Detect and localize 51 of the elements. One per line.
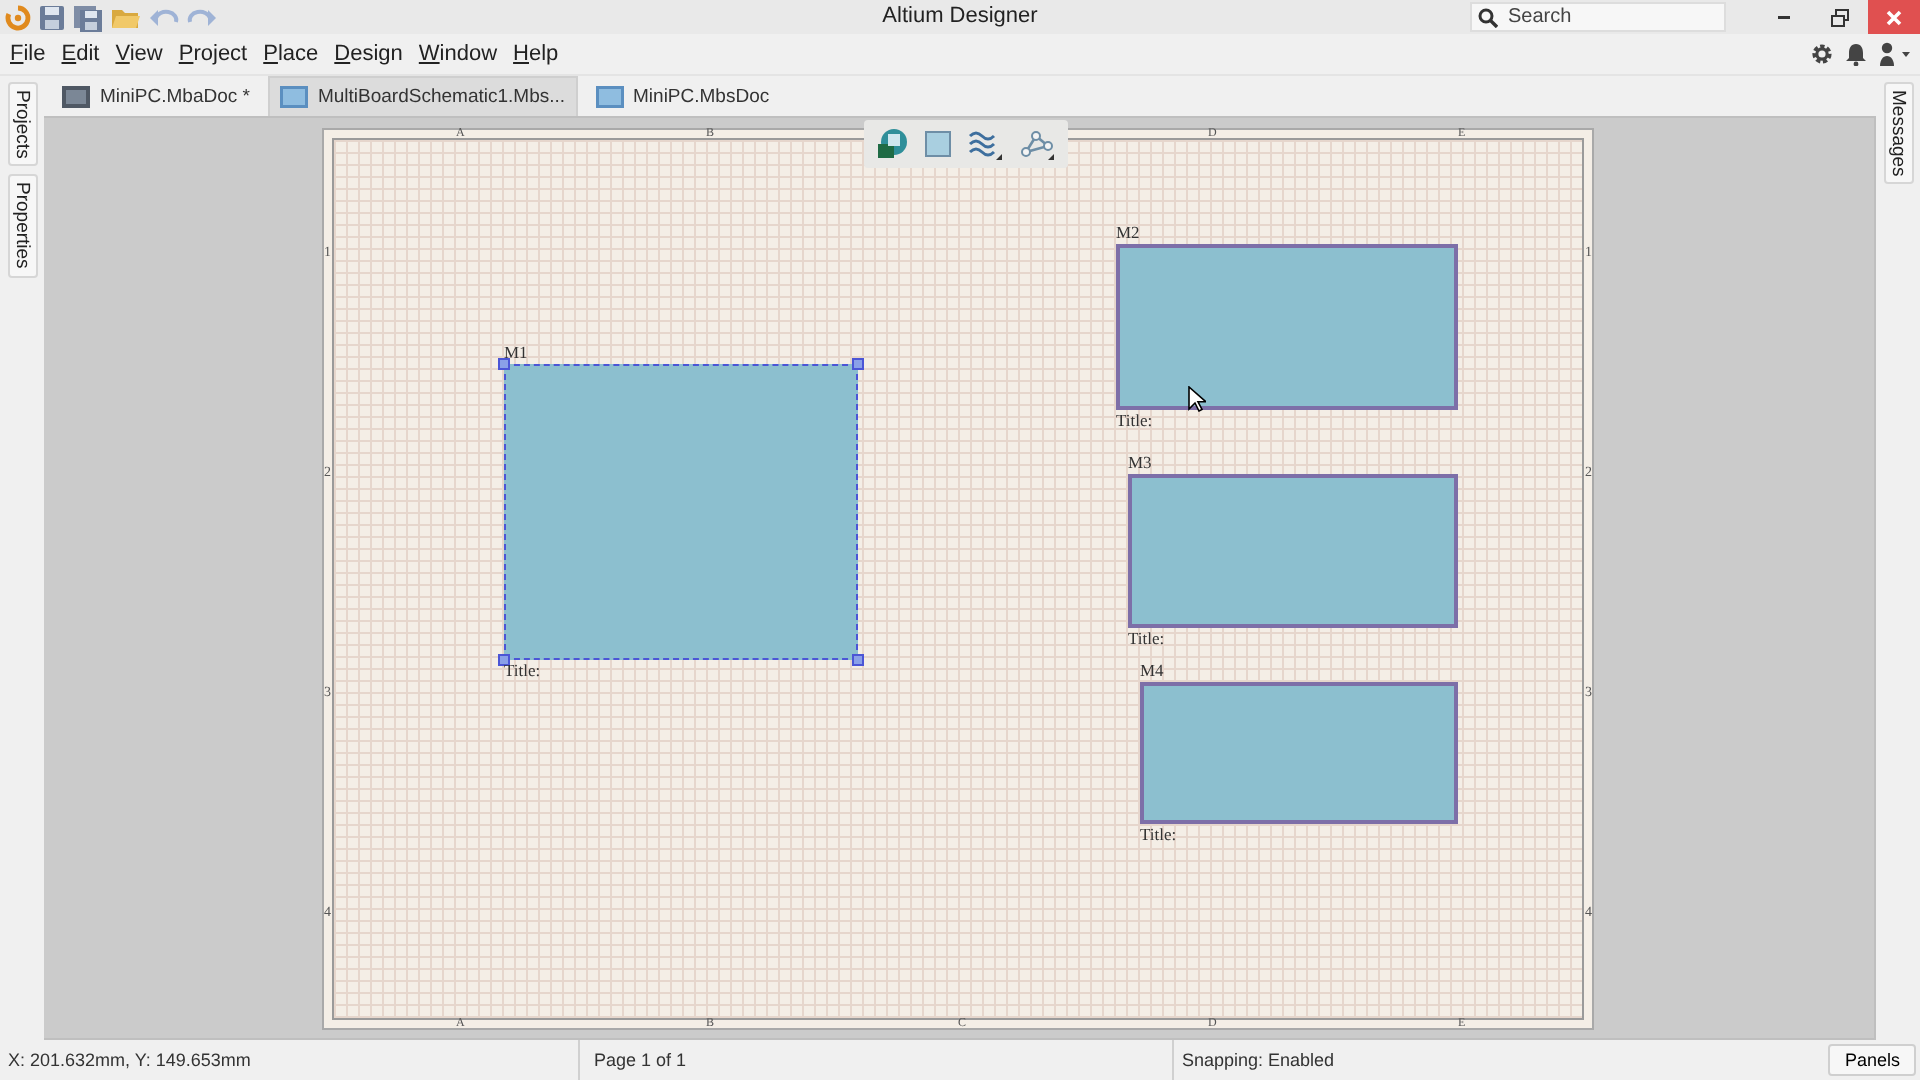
module-icon[interactable]	[876, 127, 908, 160]
document-tab[interactable]: MultiBoardSchematic1.Mbs...	[267, 75, 578, 116]
menu-item[interactable]: File	[2, 41, 54, 66]
module-title: Title:	[1128, 627, 1165, 648]
module-title: Title:	[1116, 409, 1153, 430]
document-icon	[595, 85, 624, 108]
menu-item[interactable]: Project	[170, 41, 256, 66]
app-logo-icon	[4, 3, 32, 31]
save-all-icon[interactable]	[72, 3, 104, 31]
connection-icon[interactable]	[1020, 127, 1056, 160]
document-tab[interactable]: MiniPC.MbsDoc	[583, 75, 782, 116]
module-title: Title:	[504, 659, 541, 680]
mouse-cursor-icon	[1188, 385, 1206, 412]
square-icon[interactable]	[924, 129, 952, 158]
user-icon[interactable]	[1878, 41, 1910, 66]
search-icon	[1478, 7, 1498, 27]
wave-lines-icon[interactable]	[968, 127, 1004, 160]
module-designator: M1	[504, 341, 528, 362]
panel-tab[interactable]: Projects	[7, 81, 37, 167]
save-icon[interactable]	[38, 3, 66, 31]
module-designator: M4	[1140, 659, 1164, 680]
document-icon	[62, 85, 90, 108]
search-field[interactable]: Search	[1470, 2, 1726, 32]
menu-item[interactable]: Place	[255, 41, 327, 66]
module-designator: M2	[1116, 221, 1140, 242]
menu-item[interactable]: Help	[505, 41, 567, 66]
menu-item[interactable]: Design	[326, 41, 411, 66]
panel-tab[interactable]: Messages	[1883, 81, 1913, 185]
menu-item[interactable]: View	[107, 41, 171, 66]
module-block[interactable]	[1128, 473, 1458, 628]
panel-tab[interactable]: Properties	[7, 174, 37, 278]
close-icon	[1884, 7, 1904, 27]
page-indicator: Page 1 of 1	[594, 1050, 687, 1071]
restore-icon	[1830, 7, 1850, 27]
panels-button[interactable]: Panels	[1828, 1044, 1916, 1077]
module-block[interactable]	[1116, 243, 1458, 410]
close-button[interactable]	[1868, 0, 1920, 34]
menu-item[interactable]: Window	[410, 41, 506, 66]
selection-handle[interactable]	[498, 357, 510, 370]
minimize-icon	[1778, 15, 1790, 19]
settings-icon[interactable]	[1810, 41, 1834, 66]
document-icon	[279, 85, 308, 108]
module-title: Title:	[1140, 823, 1177, 844]
module-block[interactable]	[1140, 681, 1458, 824]
document-tab[interactable]: MiniPC.MbaDoc *	[50, 75, 262, 116]
module-designator: M3	[1128, 451, 1152, 472]
menu-item[interactable]: Edit	[53, 41, 108, 66]
snapping-status: Snapping: Enabled	[1182, 1050, 1335, 1071]
window-title: Altium Designer	[882, 4, 1038, 28]
cursor-coordinates: X: 201.632mm, Y: 149.653mm	[8, 1050, 251, 1071]
bell-icon[interactable]	[1846, 41, 1866, 66]
